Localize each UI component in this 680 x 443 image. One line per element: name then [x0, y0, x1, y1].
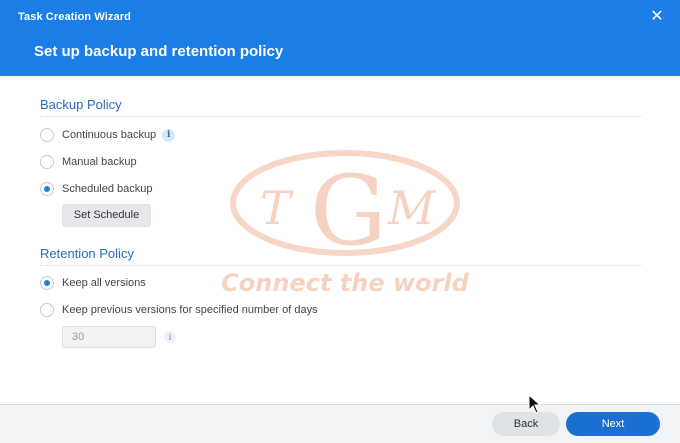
continuous-backup-option[interactable]: Continuous backup i — [40, 126, 176, 144]
continuous-backup-label: Continuous backup — [62, 129, 157, 141]
section-divider — [40, 116, 642, 117]
keep-days-option[interactable]: Keep previous versions for specified num… — [40, 301, 318, 319]
manual-backup-radio[interactable] — [40, 155, 54, 169]
svg-text:M: M — [387, 181, 437, 235]
keep-all-versions-radio[interactable] — [40, 276, 54, 290]
scheduled-backup-radio[interactable] — [40, 182, 54, 196]
task-creation-wizard-dialog: Task Creation Wizard ✕ Set up backup and… — [0, 0, 680, 443]
scheduled-backup-option[interactable]: Scheduled backup — [40, 180, 153, 198]
section-divider — [40, 265, 642, 266]
svg-text:T: T — [260, 181, 294, 235]
manual-backup-label: Manual backup — [62, 156, 137, 168]
back-button[interactable]: Back — [492, 412, 560, 436]
keep-all-versions-option[interactable]: Keep all versions — [40, 274, 146, 292]
info-icon[interactable]: i — [164, 331, 176, 343]
page-title: Set up backup and retention policy — [34, 43, 284, 60]
retention-policy-title: Retention Policy — [40, 246, 134, 261]
info-icon[interactable]: i — [162, 128, 176, 142]
keep-days-radio[interactable] — [40, 303, 54, 317]
close-icon[interactable]: ✕ — [648, 8, 666, 26]
keep-all-versions-label: Keep all versions — [62, 277, 146, 289]
dialog-header: Task Creation Wizard ✕ Set up backup and… — [0, 0, 680, 76]
set-schedule-button[interactable]: Set Schedule — [62, 204, 151, 227]
next-button[interactable]: Next — [566, 412, 660, 436]
continuous-backup-radio[interactable] — [40, 128, 54, 142]
retention-days-input[interactable]: 30 — [62, 326, 156, 348]
keep-days-label: Keep previous versions for specified num… — [62, 304, 318, 316]
window-title: Task Creation Wizard — [18, 11, 131, 23]
svg-text:Connect the world: Connect the world — [221, 269, 470, 297]
scheduled-backup-label: Scheduled backup — [62, 183, 153, 195]
backup-policy-title: Backup Policy — [40, 97, 122, 112]
mouse-cursor-icon — [528, 394, 542, 414]
tgm-watermark-logo: T G M Connect the world — [221, 150, 470, 297]
svg-text:G: G — [310, 155, 387, 267]
manual-backup-option[interactable]: Manual backup — [40, 153, 137, 171]
